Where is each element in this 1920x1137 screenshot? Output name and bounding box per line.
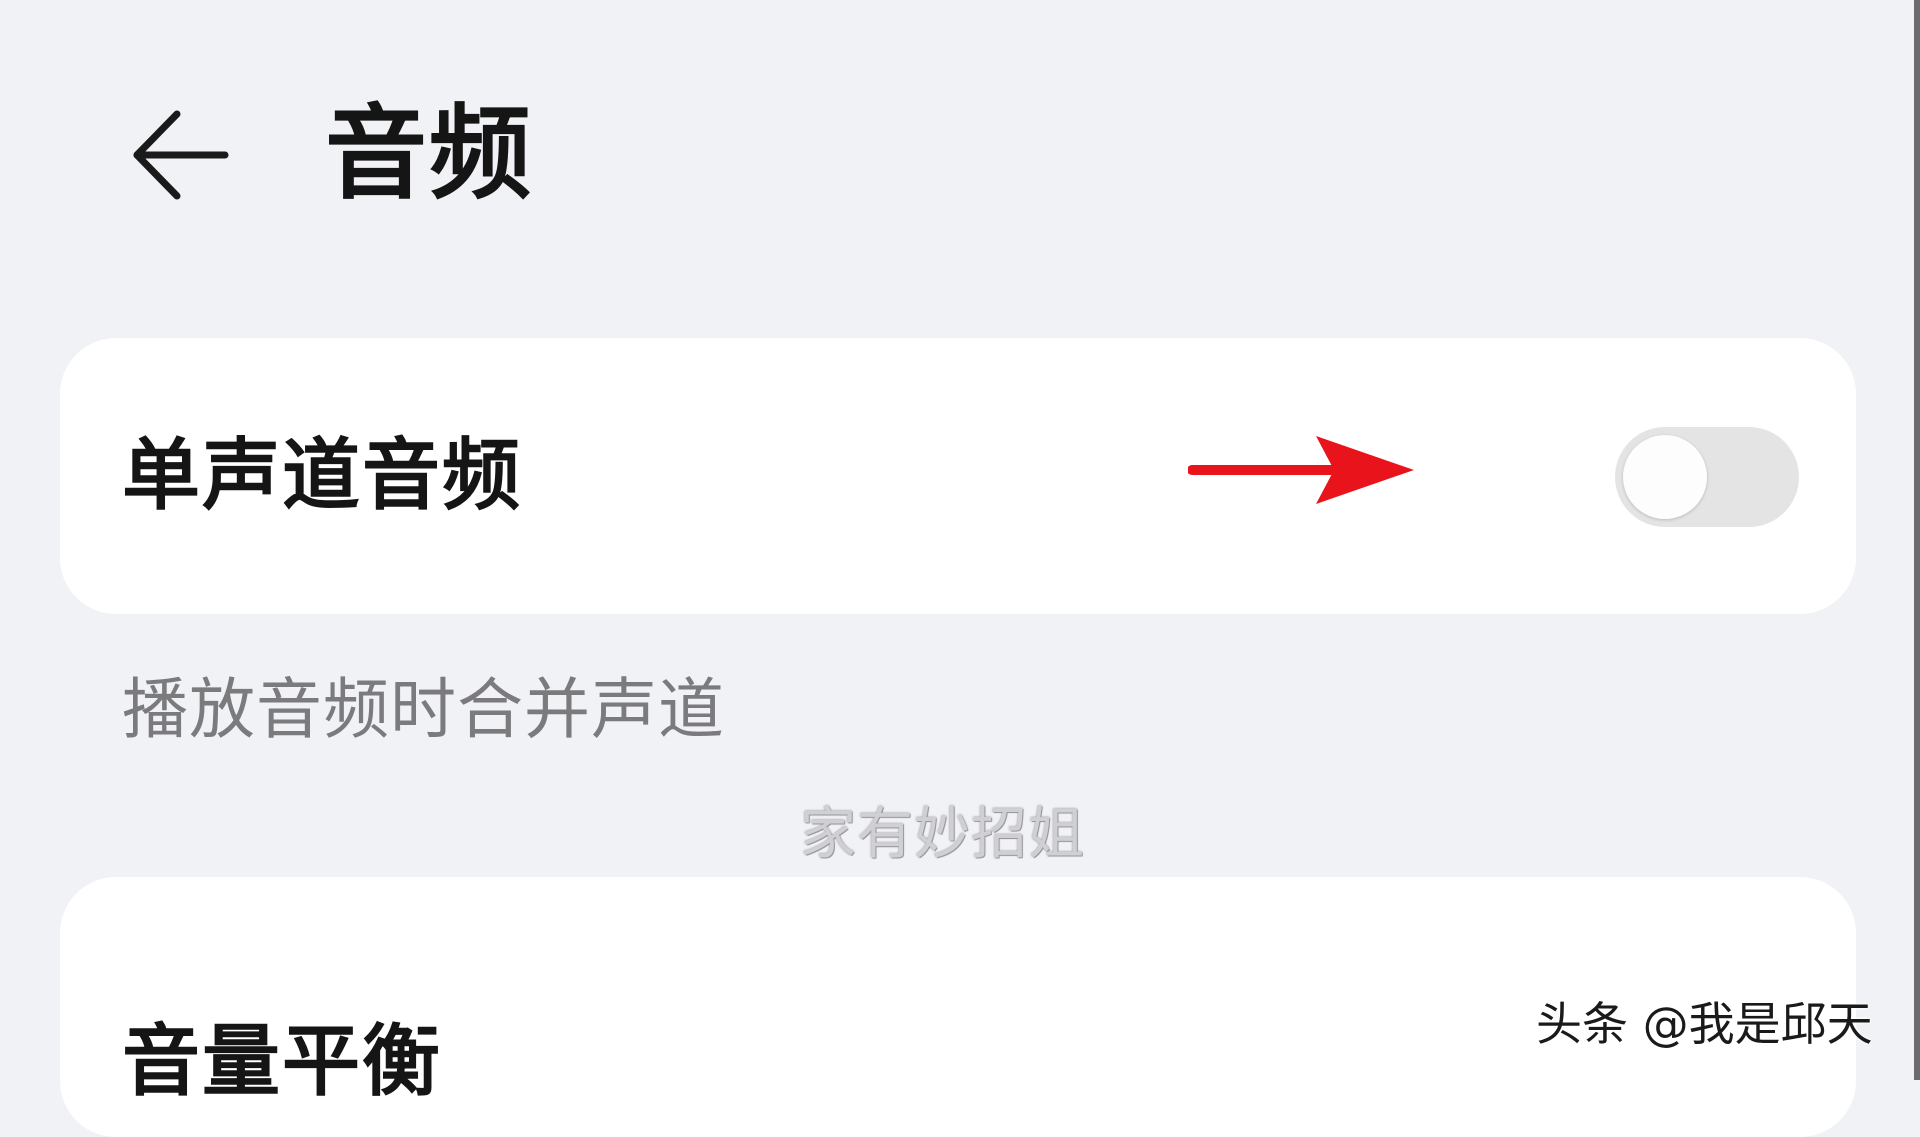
volume-balance-label: 音量平衡 (122, 1017, 443, 1107)
center-watermark: 家有妙招姐 (800, 802, 1085, 867)
header-bar: 音频 (0, 0, 1920, 300)
arrow-left-icon (133, 110, 229, 200)
page-title: 音频 (325, 95, 533, 214)
mono-audio-card[interactable]: 单声道音频 (60, 338, 1856, 614)
mono-audio-toggle[interactable] (1615, 427, 1799, 527)
corner-watermark: 头条 @我是邱天 (1536, 997, 1873, 1051)
arrow-right-icon (1188, 436, 1414, 504)
screen-edge (1914, 0, 1920, 1080)
mono-audio-label: 单声道音频 (122, 431, 523, 521)
mono-audio-description: 播放音频时合并声道 (122, 671, 725, 748)
back-button[interactable] (120, 100, 240, 210)
toggle-knob (1623, 435, 1707, 519)
